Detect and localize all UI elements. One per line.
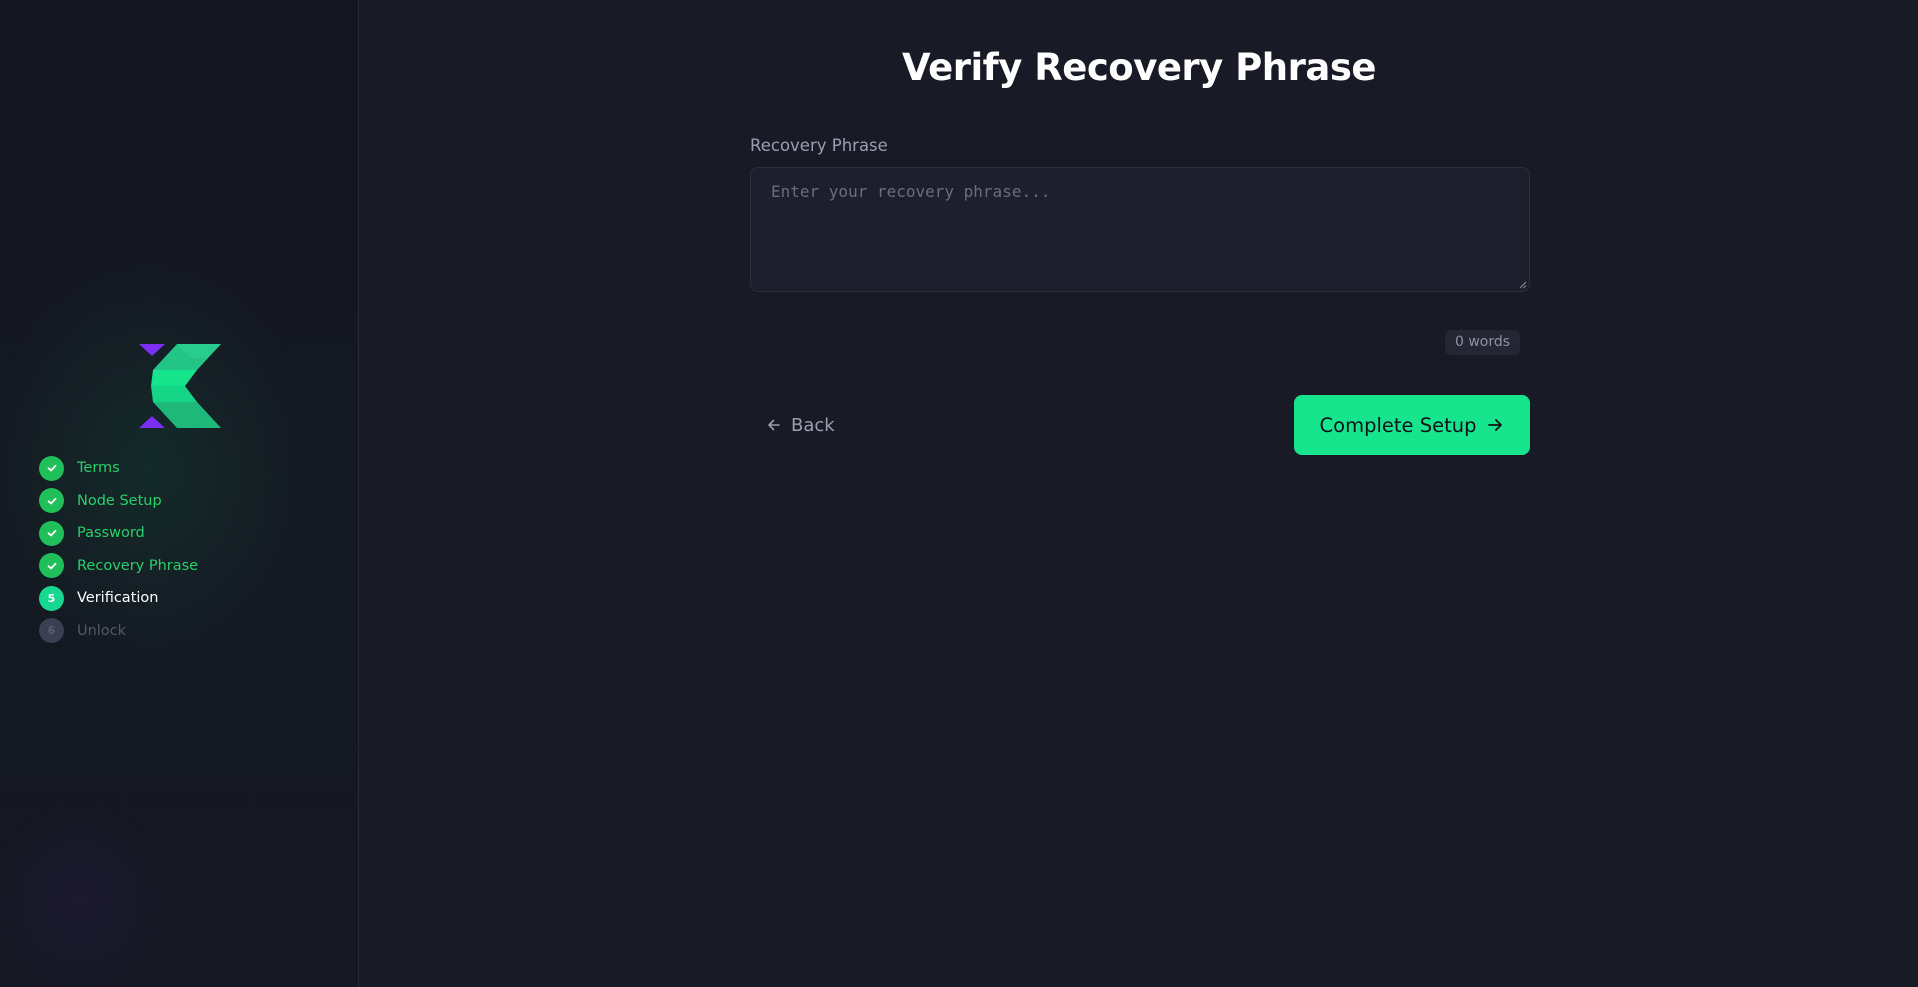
back-button-label: Back — [791, 414, 835, 436]
main-content: Verify Recovery Phrase Recovery Phrase 0… — [360, 0, 1918, 987]
step-number: 5 — [39, 585, 64, 611]
step-verification[interactable]: 5 Verification — [39, 585, 198, 611]
step-number: 6 — [39, 618, 64, 643]
word-count-badge: 0 words — [1445, 330, 1521, 355]
arrow-left-icon — [768, 419, 780, 431]
step-terms[interactable]: Terms — [39, 455, 198, 481]
step-password[interactable]: Password — [39, 520, 198, 546]
step-list: Terms Node Setup Password Recovery Phras… — [39, 455, 199, 651]
app-logo-icon — [139, 344, 221, 428]
step-label: Password — [77, 525, 145, 541]
step-recovery-phrase[interactable]: Recovery Phrase — [39, 553, 199, 578]
recovery-phrase-label: Recovery Phrase — [750, 136, 888, 155]
step-node-setup[interactable]: Node Setup — [39, 488, 198, 513]
sidebar: Terms Node Setup Password Recovery Phras… — [0, 0, 359, 987]
step-label: Node Setup — [77, 492, 162, 509]
check-icon — [39, 520, 64, 546]
recovery-phrase-input[interactable] — [750, 167, 1530, 292]
check-icon — [39, 553, 64, 578]
resize-handle-icon[interactable] — [1519, 281, 1527, 289]
setup-wizard: Terms Node Setup Password Recovery Phras… — [0, 0, 1918, 987]
page-title: Verify Recovery Phrase — [902, 46, 1376, 89]
step-label: Verification — [77, 590, 159, 606]
step-label: Recovery Phrase — [77, 557, 199, 574]
check-icon — [39, 488, 64, 513]
arrow-right-icon — [1488, 419, 1503, 431]
complete-setup-label: Complete Setup — [1319, 413, 1477, 437]
back-button[interactable]: Back — [766, 412, 835, 438]
step-label: Terms — [77, 460, 120, 476]
complete-setup-button[interactable]: Complete Setup — [1294, 395, 1530, 455]
step-label: Unlock — [77, 622, 127, 639]
check-icon — [39, 455, 64, 481]
step-unlock: 6 Unlock — [39, 618, 198, 643]
